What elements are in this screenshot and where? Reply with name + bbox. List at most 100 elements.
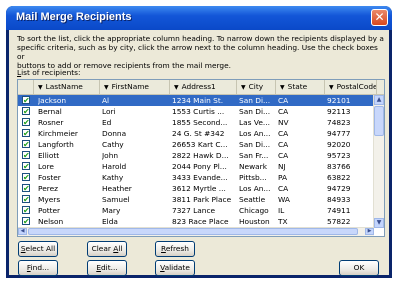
table-row[interactable]: ✔ Lore Harold 2044 Pony Pl... Newark NJ 83766 [18, 161, 376, 172]
cell-address: 1855 Second... [172, 118, 228, 127]
table-row[interactable]: ✔ Kirchmeier Donna 24 G. St #342 Los An... CA… [18, 128, 376, 139]
header-checkbox-column [18, 80, 34, 94]
recipient-checkbox[interactable]: ✔ [22, 173, 30, 182]
table-row[interactable]: ✔ Nelson Elda 823 Race Place Houston TX 57822 [18, 216, 376, 227]
vertical-scrollbar[interactable]: ▲ ▼ [373, 95, 384, 228]
dialog-client-area: To sort the list, click the appropriate … [9, 30, 389, 276]
validate-label: alidate [164, 263, 190, 272]
column-filter-arrow-icon[interactable]: ▼ [104, 81, 109, 94]
recipient-checkbox[interactable]: ✔ [22, 151, 30, 160]
cell-state: CA [278, 184, 289, 193]
recipient-checkbox[interactable]: ✔ [22, 162, 30, 171]
column-header-city[interactable]: ▼ City [237, 80, 276, 94]
scroll-left-icon[interactable]: ◀ [18, 228, 27, 235]
cell-city: Houston [239, 217, 270, 226]
table-row[interactable]: ✔ Bernal Lori 1553 Curtis ... San Di... CA 921… [18, 106, 376, 117]
instructions-text: To sort the list, click the appropriate … [17, 34, 384, 70]
column-label: PostalCode [336, 82, 377, 91]
clear-all-label-pre: Clear [91, 244, 114, 253]
table-row[interactable]: ✔ Perez Heather 3612 Myrtle ... Los An... CA 9… [18, 183, 376, 194]
ok-button[interactable]: OK [339, 260, 379, 276]
cell-last: Jackson [38, 96, 67, 105]
find-button[interactable]: Find... [18, 260, 58, 276]
column-label: FirstName [111, 82, 149, 91]
table-row[interactable]: ✔ Rosner Ed 1855 Second... Las Ve... NV 74823 [18, 117, 376, 128]
refresh-button[interactable]: Refresh [155, 241, 195, 257]
cell-first: Kathy [102, 173, 124, 182]
table-row[interactable]: ✔ Myers Samuel 3811 Park Place Seattle WA 8493… [18, 194, 376, 205]
close-button[interactable]: ✕ [371, 9, 388, 26]
cell-zip: 74823 [327, 118, 351, 127]
title-bar[interactable]: Mail Merge Recipients ✕ [6, 6, 392, 30]
cell-city: Los An... [239, 184, 271, 193]
cell-city: Seattle [239, 195, 266, 204]
cell-state: NJ [278, 162, 286, 171]
cell-first: Mary [102, 206, 121, 215]
cell-city: San Fr... [239, 151, 269, 160]
cell-address: 24 G. St #342 [172, 129, 225, 138]
cell-first: Samuel [102, 195, 130, 204]
clear-all-button[interactable]: Clear All [87, 241, 127, 257]
scroll-up-icon[interactable]: ▲ [374, 95, 384, 105]
recipient-checkbox[interactable]: ✔ [22, 206, 30, 215]
cell-state: TX [278, 217, 288, 226]
select-all-button[interactable]: Select All [18, 241, 58, 257]
cell-first: Al [102, 96, 110, 105]
cell-first: Donna [102, 129, 127, 138]
cell-zip: 95723 [327, 151, 351, 160]
cell-last: Bernal [38, 107, 62, 116]
cell-zip: 92020 [327, 140, 351, 149]
column-label: LastName [45, 82, 83, 91]
cell-state: WA [278, 195, 290, 204]
cell-address: 26653 Kart C... [172, 140, 228, 149]
column-filter-arrow-icon[interactable]: ▼ [38, 81, 43, 94]
column-header-lastname[interactable]: ▼ LastName [34, 80, 100, 94]
recipient-checkbox[interactable]: ✔ [22, 217, 30, 226]
column-label: Address1 [181, 82, 216, 91]
recipients-list[interactable]: ▼ LastName ▼ FirstName ▼ Address1 ▼ City ▼ St… [17, 79, 385, 237]
scroll-down-icon[interactable]: ▼ [374, 218, 384, 228]
column-filter-arrow-icon[interactable]: ▼ [174, 81, 179, 94]
horizontal-scroll-thumb[interactable] [28, 228, 358, 235]
scroll-right-icon[interactable]: ▶ [365, 228, 374, 235]
table-row[interactable]: ✔ Potter Mary 7327 Lance Chicago IL 74911 [18, 205, 376, 216]
table-row[interactable]: ✔ Foster Kathy 3433 Evande... Pittsb... PA 638… [18, 172, 376, 183]
horizontal-scrollbar[interactable]: ◀ ▶ [18, 227, 374, 236]
find-label: ind... [30, 263, 50, 272]
recipient-checkbox[interactable]: ✔ [22, 118, 30, 127]
recipient-checkbox[interactable]: ✔ [22, 129, 30, 138]
window-title: Mail Merge Recipients [16, 11, 132, 23]
vertical-scroll-thumb[interactable] [374, 106, 384, 136]
cell-city: San Di... [239, 107, 271, 116]
cell-last: Nelson [38, 217, 64, 226]
cell-address: 1553 Curtis ... [172, 107, 225, 116]
column-filter-arrow-icon[interactable]: ▼ [241, 81, 246, 94]
recipient-checkbox[interactable]: ✔ [22, 107, 30, 116]
cell-first: Cathy [102, 140, 124, 149]
table-row[interactable]: ✔ Elliott John 2822 Hawk D... San Fr... CA 957… [18, 150, 376, 161]
clear-all-label: ll [118, 244, 123, 253]
column-header-address1[interactable]: ▼ Address1 [170, 80, 237, 94]
cell-last: Lore [38, 162, 54, 171]
validate-button[interactable]: Validate [155, 260, 195, 276]
column-header-state[interactable]: ▼ State [276, 80, 325, 94]
edit-button[interactable]: Edit... [87, 260, 127, 276]
column-filter-arrow-icon[interactable]: ▼ [329, 81, 334, 94]
recipient-checkbox[interactable]: ✔ [22, 96, 30, 105]
recipient-checkbox[interactable]: ✔ [22, 184, 30, 193]
cell-address: 3433 Evande... [172, 173, 228, 182]
table-row[interactable]: ✔ Langforth Cathy 26653 Kart C... San Di... C… [18, 139, 376, 150]
recipient-checkbox[interactable]: ✔ [22, 140, 30, 149]
table-row[interactable]: ✔ Jackson Al 1234 Main St. San Di... CA 92101 [18, 95, 376, 106]
recipient-checkbox[interactable]: ✔ [22, 195, 30, 204]
cell-city: Pittsb... [239, 173, 267, 182]
column-filter-arrow-icon[interactable]: ▼ [280, 81, 285, 94]
cell-address: 2044 Pony Pl... [172, 162, 227, 171]
cell-zip: 74911 [327, 206, 351, 215]
cell-first: Harold [102, 162, 127, 171]
cell-state: NV [278, 118, 289, 127]
column-header-firstname[interactable]: ▼ FirstName [100, 80, 170, 94]
column-header-postalcode[interactable]: ▼ PostalCode [325, 80, 377, 94]
cell-zip: 57822 [327, 217, 351, 226]
cell-first: John [102, 151, 119, 160]
